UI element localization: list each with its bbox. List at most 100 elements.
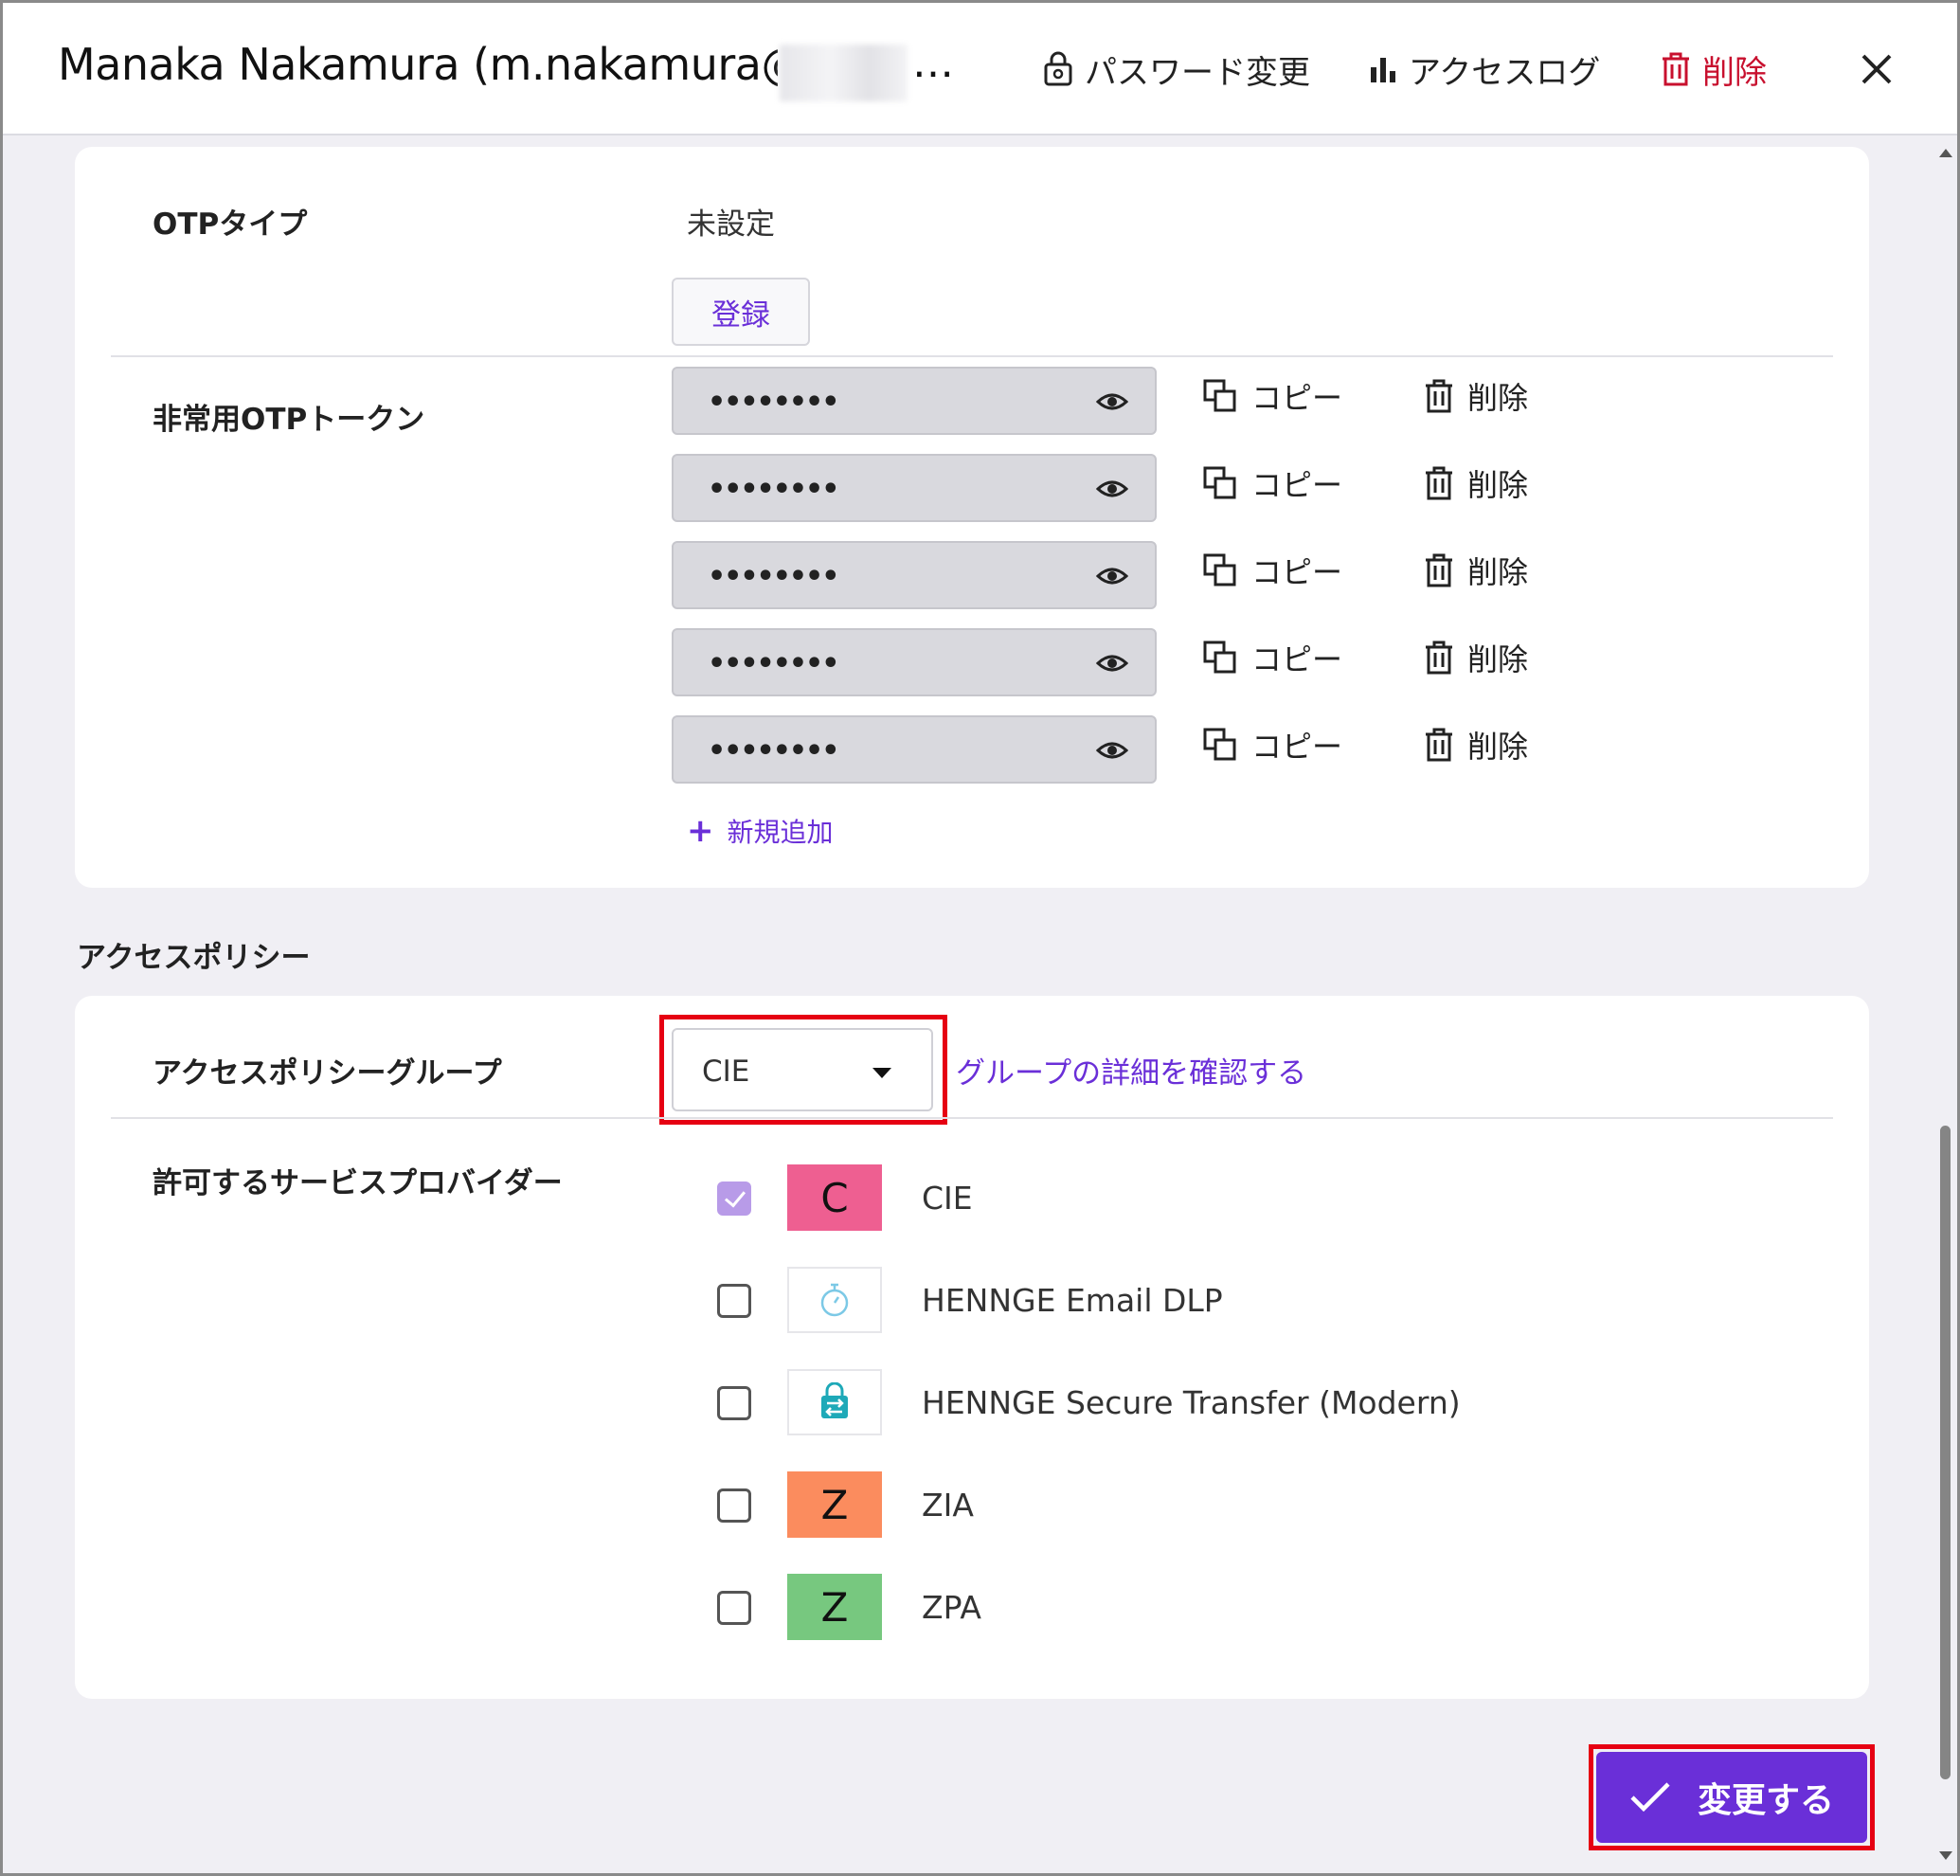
provider-name: CIE — [922, 1180, 973, 1217]
add-token-label: 新規追加 — [727, 817, 834, 848]
token-masked-value: •••••••• — [708, 560, 839, 593]
provider-checkbox[interactable] — [717, 1488, 751, 1523]
add-token-link[interactable]: + 新規追加 — [687, 812, 834, 850]
token-field[interactable]: •••••••• — [672, 541, 1157, 609]
access-log-button[interactable]: アクセスログ — [1369, 46, 1600, 92]
scrollbar-thumb[interactable] — [1940, 1126, 1951, 1779]
token-field[interactable]: •••••••• — [672, 628, 1157, 696]
eye-icon[interactable] — [1096, 736, 1128, 765]
access-policy-card: アクセスポリシーグループ CIE グループの詳細を確認する 許可するサービスプロ… — [75, 996, 1869, 1699]
chevron-down-icon — [872, 1068, 891, 1078]
otp-divider — [111, 355, 1833, 357]
copy-label: コピー — [1251, 641, 1343, 677]
provider-checkbox[interactable] — [717, 1182, 751, 1216]
copy-token-button[interactable]: コピー — [1202, 461, 1342, 505]
delete-token-button[interactable]: 削除 — [1424, 461, 1528, 505]
copy-label: コピー — [1251, 554, 1343, 590]
password-change-button[interactable]: パスワード変更 — [1043, 46, 1310, 92]
provider-row: HENNGE Secure Transfer (Modern) — [717, 1369, 1759, 1437]
provider-logo: Z — [787, 1574, 882, 1640]
provider-logo: Z — [787, 1471, 882, 1538]
provider-row: C CIE — [717, 1164, 1759, 1233]
provider-name: ZPA — [922, 1589, 981, 1626]
eye-icon[interactable] — [1096, 562, 1128, 590]
providers-label: 許可するサービスプロバイダー — [153, 1166, 563, 1200]
scroll-up-arrow[interactable] — [1939, 149, 1952, 157]
delete-label: 削除 — [1467, 641, 1529, 677]
copy-token-button[interactable]: コピー — [1202, 374, 1342, 418]
secure-transfer-icon — [821, 1382, 848, 1418]
access-policy-section-title: アクセスポリシー — [77, 941, 311, 975]
provider-checkbox[interactable] — [717, 1591, 751, 1625]
copy-icon — [1203, 553, 1236, 586]
provider-logo-letter: C — [820, 1174, 849, 1221]
user-detail-dialog: Manaka Nakamura (m.nakamura@ … パスワード変更 ア… — [0, 0, 1960, 1876]
policy-divider — [111, 1117, 1833, 1119]
provider-row: HENNGE Email DLP — [717, 1267, 1759, 1335]
delete-token-button[interactable]: 削除 — [1424, 549, 1528, 592]
provider-logo-letter: Z — [820, 1583, 849, 1631]
otp-type-label: OTPタイプ — [153, 207, 308, 242]
delete-user-button[interactable]: 削除 — [1661, 46, 1767, 92]
checkmark-icon — [1630, 1782, 1670, 1813]
plus-icon: + — [687, 812, 714, 850]
token-masked-value: •••••••• — [708, 386, 839, 419]
trash-icon — [1426, 553, 1452, 587]
otp-register-button[interactable]: 登録 — [672, 278, 810, 346]
redacted-email-domain — [780, 45, 908, 101]
copy-label: コピー — [1251, 380, 1343, 416]
provider-checkbox[interactable] — [717, 1386, 751, 1420]
scroll-down-arrow[interactable] — [1939, 1851, 1952, 1860]
copy-token-button[interactable]: コピー — [1202, 636, 1342, 679]
submit-change-button[interactable]: 変更する — [1596, 1752, 1867, 1843]
token-field[interactable]: •••••••• — [672, 715, 1157, 784]
token-masked-value: •••••••• — [708, 647, 839, 680]
title-ellipsis: … — [912, 39, 954, 87]
delete-token-button[interactable]: 削除 — [1424, 723, 1528, 767]
emergency-otp-label: 非常用OTPトークン — [153, 403, 425, 437]
trash-icon — [1426, 379, 1452, 413]
otp-card: OTPタイプ 未設定 登録 非常用OTPトークン •••••••• コピー 削除… — [75, 147, 1869, 888]
provider-name: HENNGE Secure Transfer (Modern) — [922, 1384, 1461, 1421]
trash-icon — [1426, 728, 1452, 762]
delete-token-button[interactable]: 削除 — [1424, 636, 1528, 679]
group-details-link[interactable]: グループの詳細を確認する — [956, 1049, 1306, 1091]
copy-label: コピー — [1251, 467, 1343, 503]
policy-group-select[interactable]: CIE — [672, 1028, 933, 1111]
eye-icon[interactable] — [1096, 475, 1128, 503]
eye-icon[interactable] — [1096, 649, 1128, 677]
delete-token-button[interactable]: 削除 — [1424, 374, 1528, 418]
delete-label: 削除 — [1467, 554, 1529, 590]
policy-group-value: CIE — [702, 1055, 750, 1089]
access-log-label: アクセスログ — [1409, 53, 1601, 92]
provider-logo-letter: Z — [820, 1481, 849, 1528]
copy-token-button[interactable]: コピー — [1202, 549, 1342, 592]
copy-token-button[interactable]: コピー — [1202, 723, 1342, 767]
stopwatch-icon — [820, 1283, 849, 1317]
scrollbar[interactable] — [1935, 135, 1954, 1869]
lock-icon — [1044, 51, 1072, 86]
token-field[interactable]: •••••••• — [672, 454, 1157, 522]
copy-icon — [1203, 466, 1236, 499]
provider-logo — [787, 1267, 882, 1333]
close-icon[interactable] — [1858, 50, 1896, 88]
provider-name: ZIA — [922, 1487, 974, 1524]
copy-label: コピー — [1251, 729, 1343, 765]
provider-row: Z ZIA — [717, 1471, 1759, 1540]
bar-chart-icon — [1371, 58, 1395, 82]
otp-type-value: 未設定 — [687, 207, 775, 242]
provider-checkbox[interactable] — [717, 1284, 751, 1318]
trash-icon — [1426, 640, 1452, 675]
provider-logo — [787, 1369, 882, 1435]
submit-label: 変更する — [1697, 1781, 1834, 1820]
token-field[interactable]: •••••••• — [672, 367, 1157, 435]
copy-icon — [1203, 640, 1236, 674]
password-change-label: パスワード変更 — [1085, 53, 1310, 92]
delete-label: 削除 — [1467, 380, 1529, 416]
token-masked-value: •••••••• — [708, 734, 839, 767]
copy-icon — [1203, 379, 1236, 412]
provider-row: Z ZPA — [717, 1574, 1759, 1642]
eye-icon[interactable] — [1096, 388, 1128, 416]
trash-icon — [1426, 466, 1452, 500]
provider-name: HENNGE Email DLP — [922, 1282, 1223, 1319]
